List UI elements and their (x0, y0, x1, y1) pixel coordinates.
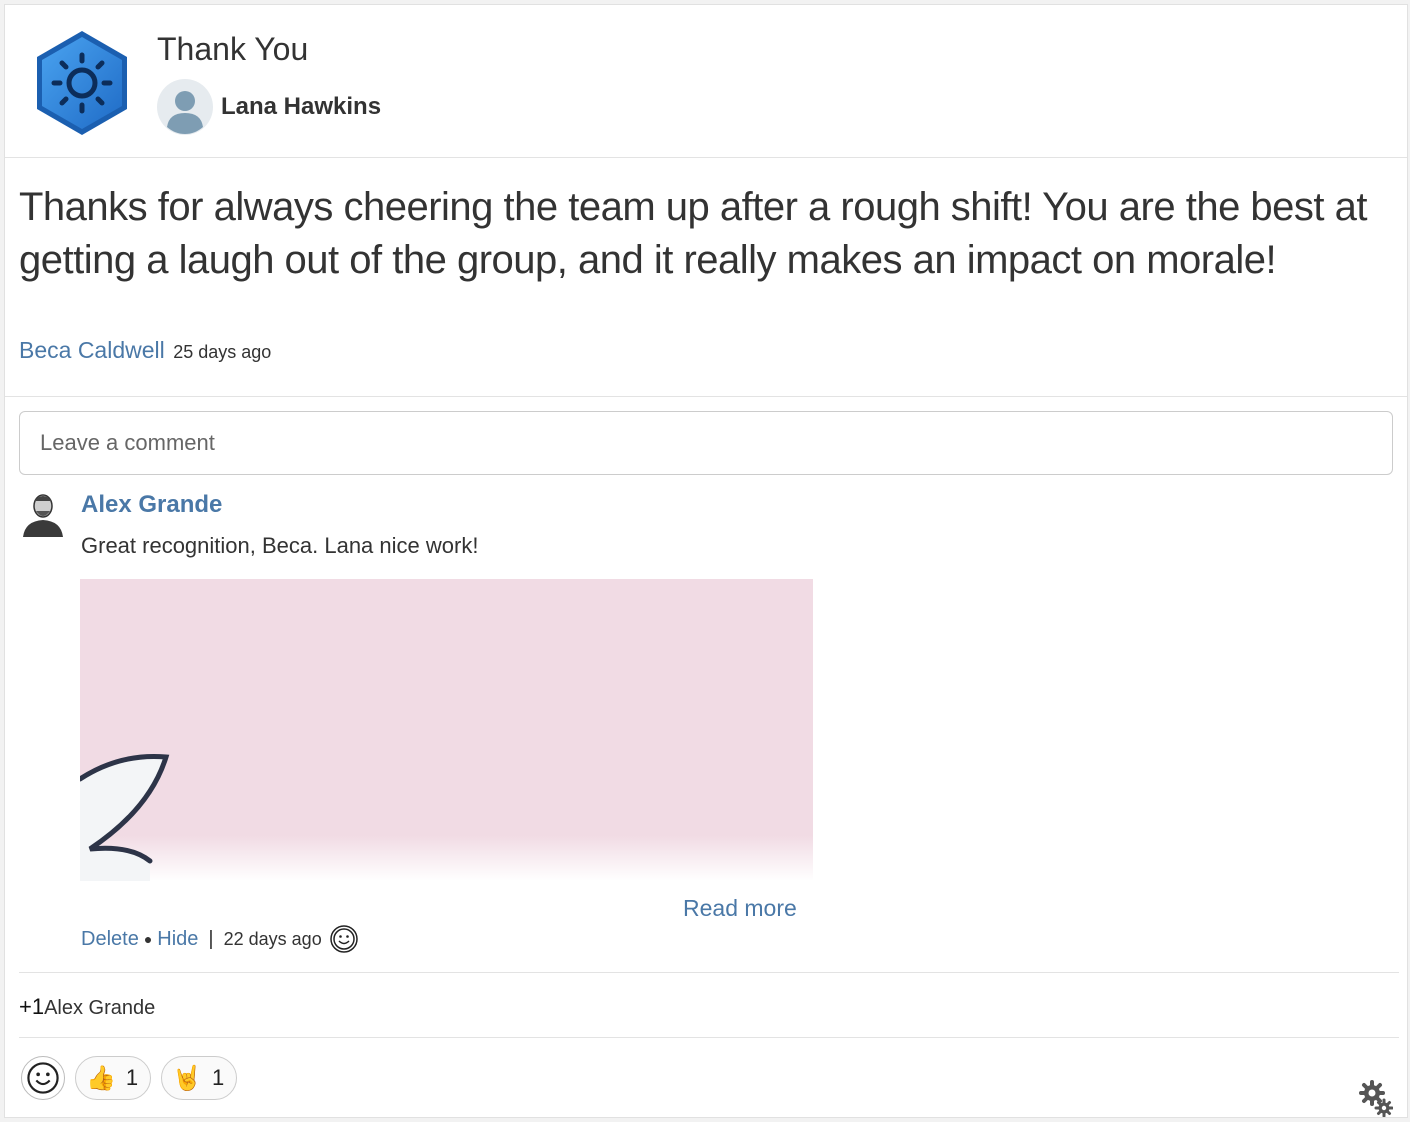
thumbs-up-emoji-icon: 👍 (86, 1064, 116, 1092)
divider (19, 972, 1399, 973)
reaction-count: 1 (212, 1065, 225, 1090)
reactions-bar: 👍 1 🤘 1 (21, 1056, 247, 1100)
delete-comment-link[interactable]: Delete (81, 928, 139, 951)
hide-comment-link[interactable]: Hide (157, 928, 198, 951)
add-reaction-icon[interactable] (329, 925, 358, 953)
commenter-avatar[interactable] (21, 489, 65, 537)
plus-one-name[interactable]: Alex Grande (44, 997, 155, 1019)
comment-timestamp: 22 days ago (223, 928, 322, 949)
comment-actions: Delete ● Hide | 22 days ago (81, 925, 358, 953)
settings-gear-icon[interactable] (1359, 1079, 1393, 1117)
comment-input[interactable] (19, 411, 1393, 475)
plus-one-count: +1 (19, 994, 45, 1019)
comment-image[interactable] (80, 579, 813, 881)
card-header: Thank You Lana Hawkins (5, 5, 1407, 158)
read-more-link[interactable]: Read more (683, 895, 797, 922)
sun-hexagon-badge-icon (37, 31, 127, 135)
illustration-graphic (80, 754, 170, 881)
divider (5, 396, 1407, 397)
card-title: Thank You (157, 31, 309, 67)
recognition-card: Thank You Lana Hawkins Thanks for always… (4, 4, 1408, 1118)
comment-text: Great recognition, Beca. Lana nice work! (81, 533, 479, 558)
recognition-message: Thanks for always cheering the team up a… (19, 185, 1368, 282)
smiley-icon (27, 1062, 59, 1094)
post-author-link[interactable]: Beca Caldwell (19, 337, 165, 363)
post-timestamp: 25 days ago (173, 342, 272, 362)
divider (19, 1037, 1399, 1038)
recipient-avatar[interactable] (157, 79, 213, 135)
post-meta: Beca Caldwell 25 days ago (19, 337, 271, 364)
reaction-thumbs-up[interactable]: 👍 1 (75, 1056, 152, 1100)
add-reaction-button[interactable] (21, 1056, 65, 1100)
comment-author-link[interactable]: Alex Grande (81, 491, 222, 519)
plus-one-summary: +1Alex Grande (19, 994, 155, 1020)
pipe-separator: | (208, 927, 214, 950)
rock-on-emoji-icon: 🤘 (172, 1064, 203, 1092)
reaction-count: 1 (125, 1065, 139, 1090)
reaction-rock-on[interactable]: 🤘 1 (161, 1056, 238, 1100)
bullet-separator: ● (143, 931, 153, 947)
recipient-name[interactable]: Lana Hawkins (221, 93, 381, 121)
